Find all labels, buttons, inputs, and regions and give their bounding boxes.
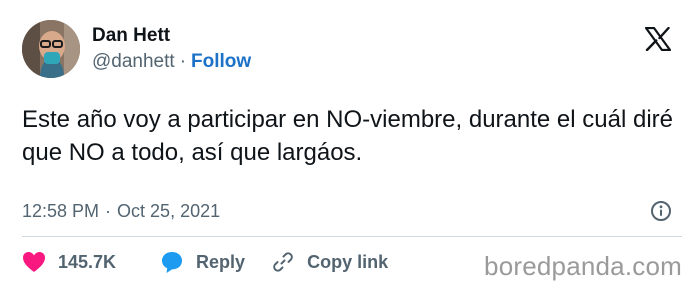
tweet-date[interactable]: Oct 25, 2021 [117, 201, 220, 221]
link-icon [271, 250, 295, 274]
meta-separator: · [105, 201, 112, 221]
divider [22, 236, 682, 237]
reply-label: Reply [196, 251, 246, 272]
watermark: boredpanda.com [484, 251, 682, 281]
x-logo-icon[interactable] [644, 26, 672, 52]
author-handle[interactable]: @danhett [92, 51, 175, 72]
author-name[interactable]: Dan Hett [92, 24, 170, 48]
info-icon[interactable] [650, 200, 672, 222]
heart-icon [22, 251, 46, 273]
tweet-time[interactable]: 12:58 PM [22, 201, 99, 221]
tweet-meta: 12:58 PM · Oct 25, 2021 [22, 199, 220, 223]
follow-button[interactable]: Follow [191, 51, 251, 72]
reply-button[interactable]: Reply [160, 250, 245, 274]
avatar[interactable] [22, 20, 80, 78]
tweet-text: Este año voy a participar en NO-viembre,… [22, 106, 673, 166]
author-handle-row: @danhett · Follow [92, 50, 251, 74]
copy-link-button[interactable]: Copy link [271, 250, 388, 274]
action-bar: 145.7K Reply Copy link [22, 248, 388, 276]
handle-separator: · [179, 51, 187, 72]
reply-bubble-icon [160, 250, 184, 274]
like-count: 145.7K [58, 251, 117, 272]
like-button[interactable]: 145.7K [22, 251, 116, 273]
copy-link-label: Copy link [307, 251, 389, 272]
